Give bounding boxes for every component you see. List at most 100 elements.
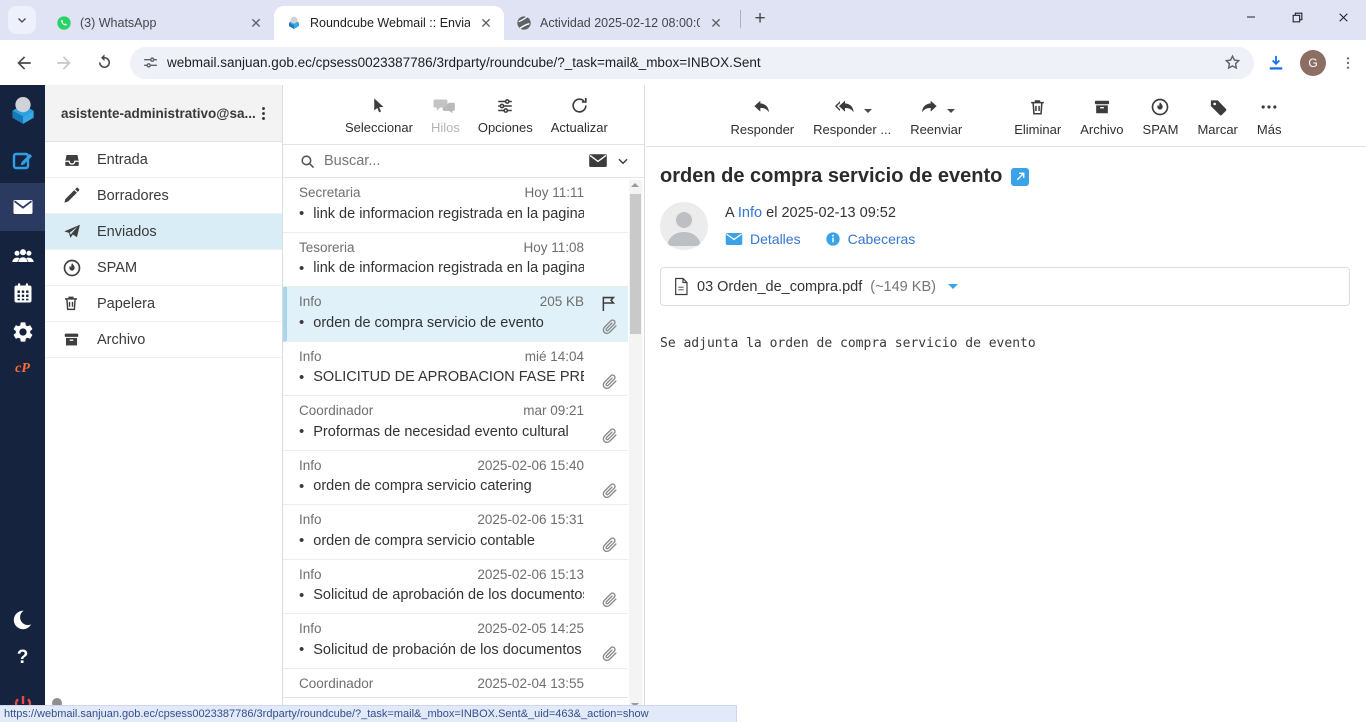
mark-button[interactable]: Marcar (1197, 97, 1237, 137)
refresh-button[interactable]: Actualizar (551, 95, 608, 135)
compose-icon[interactable] (0, 149, 45, 173)
new-tab-button[interactable]: + (747, 6, 773, 32)
attachment-row[interactable]: 03 Orden_de_compra.pdf (~149 KB) (660, 267, 1350, 306)
tab-title: Actividad 2025-02-12 08:00:00 (540, 16, 700, 30)
tab-close-icon[interactable]: ✕ (478, 15, 494, 31)
account-menu-icon[interactable] (255, 105, 272, 122)
message-row[interactable]: Info 2025-02-06 15:13 • Solicitud de apr… (283, 560, 628, 615)
message-row[interactable]: Info mié 14:04 • SOLICITUD DE APROBACION… (283, 342, 628, 397)
dark-mode-moon-icon[interactable] (0, 607, 45, 633)
folder-entrada[interactable]: Entrada (45, 142, 282, 178)
profile-avatar[interactable]: G (1300, 50, 1326, 76)
delete-button[interactable]: Eliminar (1014, 97, 1061, 137)
help-icon[interactable]: ? (0, 647, 45, 669)
folder-archivo[interactable]: Archivo (45, 322, 282, 358)
message-date: 2025-02-04 13:55 (477, 676, 584, 691)
details-label: Detalles (750, 231, 801, 247)
sent-plane-icon (62, 222, 82, 242)
more-button[interactable]: Más (1257, 97, 1282, 137)
tab-actividad[interactable]: Actividad 2025-02-12 08:00:00 ✕ (504, 6, 734, 40)
options-button[interactable]: Opciones (478, 95, 533, 135)
open-in-new-window-icon[interactable] (1011, 168, 1029, 186)
message-row[interactable]: Coordinador mar 09:21 • Proformas de nec… (283, 396, 628, 451)
search-options-chevron-icon[interactable] (616, 154, 630, 168)
recipient-link[interactable]: Info (738, 205, 762, 221)
tab-search-button[interactable] (8, 6, 36, 34)
refresh-icon (570, 95, 589, 115)
reply-all-button[interactable]: Responder ... (813, 97, 891, 137)
select-button[interactable]: Seleccionar (345, 95, 413, 135)
unread-dot: • (299, 260, 304, 277)
folder-spam[interactable]: SPAM (45, 250, 282, 286)
bookmark-star-icon[interactable] (1223, 53, 1242, 72)
message-list-pane: Seleccionar Hilos Opciones Actualizar S (283, 85, 645, 722)
tab-whatsapp[interactable]: (3) WhatsApp ✕ (44, 6, 274, 40)
reload-button[interactable] (88, 47, 120, 79)
unread-dot: • (299, 587, 304, 604)
site-settings-icon[interactable] (142, 54, 159, 71)
folder-borradores[interactable]: Borradores (45, 178, 282, 214)
account-header[interactable]: asistente-administrativo@sa... (45, 85, 282, 142)
window-minimize-button[interactable] (1228, 0, 1274, 34)
attachment-size: (~149 KB) (870, 279, 936, 295)
reply-button[interactable]: Responder (731, 97, 795, 137)
url-text[interactable]: webmail.sanjuan.gob.ec/cpsess0023387786/… (167, 55, 1223, 70)
message-subject: SOLICITUD DE APROBACION FASE PREPAR... (313, 369, 584, 385)
forward-button[interactable]: Reenviar (910, 97, 962, 137)
spam-button[interactable]: SPAM (1143, 97, 1179, 137)
calendar-icon[interactable] (0, 281, 45, 305)
address-bar[interactable]: webmail.sanjuan.gob.ec/cpsess0023387786/… (130, 47, 1254, 79)
threads-button[interactable]: Hilos (431, 95, 460, 135)
message-sender: Tesoreria (299, 240, 523, 255)
message-subject: orden de compra servicio contable (313, 533, 535, 549)
forward-caret-icon[interactable] (947, 109, 955, 117)
scrollbar-thumb[interactable] (630, 194, 641, 334)
message-row[interactable]: Info 2025-02-06 15:40 • orden de compra … (283, 451, 628, 506)
pencil-icon (62, 186, 82, 206)
tab-close-icon[interactable]: ✕ (708, 15, 724, 31)
unread-dot: • (299, 532, 304, 549)
back-button[interactable] (8, 47, 40, 79)
reply-all-caret-icon[interactable] (864, 109, 872, 117)
attachment-name[interactable]: 03 Orden_de_compra.pdf (697, 279, 862, 295)
archive-button[interactable]: Archivo (1080, 97, 1123, 137)
message-list: Secretaria Hoy 11:11 • link de informaci… (283, 178, 628, 722)
tab-close-icon[interactable]: ✕ (248, 15, 264, 31)
folder-enviados[interactable]: Enviados (45, 214, 282, 250)
mail-icon[interactable] (0, 195, 45, 219)
settings-gear-icon[interactable] (0, 320, 45, 344)
message-row[interactable]: Info 205 KB • orden de compra servicio d… (283, 287, 628, 342)
contacts-icon[interactable] (0, 243, 45, 269)
spam-label: SPAM (1143, 122, 1179, 137)
forward-button[interactable] (48, 47, 80, 79)
cpanel-icon[interactable]: cP (0, 361, 45, 377)
scrollbar-up-icon[interactable] (631, 183, 639, 187)
paperclip-icon (601, 536, 618, 553)
unread-dot: • (299, 369, 304, 386)
paperclip-icon (601, 373, 618, 390)
download-icon[interactable] (1266, 53, 1286, 73)
folder-label: SPAM (97, 260, 137, 276)
window-restore-button[interactable] (1274, 0, 1320, 34)
search-icon (299, 153, 316, 170)
message-row[interactable]: Info 2025-02-06 15:31 • orden de compra … (283, 505, 628, 560)
list-scrollbar[interactable] (629, 180, 642, 710)
select-label: Seleccionar (345, 120, 413, 135)
search-scope-mail-icon[interactable] (588, 153, 608, 169)
message-row[interactable]: Info 2025-02-05 14:25 • Solicitud de pro… (283, 614, 628, 669)
message-row[interactable]: Tesoreria Hoy 11:08 • link de informacio… (283, 233, 628, 288)
headers-toggle[interactable]: Cabeceras (825, 231, 916, 247)
date-text: el 2025-02-13 09:52 (766, 205, 896, 221)
message-row[interactable]: Secretaria Hoy 11:11 • link de informaci… (283, 178, 628, 233)
forward-label: Reenviar (910, 122, 962, 137)
search-input[interactable] (324, 153, 580, 169)
attachment-menu-caret-icon[interactable] (948, 284, 958, 294)
window-close-button[interactable] (1320, 0, 1366, 34)
browser-menu-icon[interactable] (1340, 55, 1356, 71)
unread-dot: • (299, 478, 304, 495)
folder-papelera[interactable]: Papelera (45, 286, 282, 322)
message-date: mié 14:04 (525, 349, 584, 364)
details-toggle[interactable]: Detalles (725, 231, 801, 247)
tab-roundcube[interactable]: Roundcube Webmail :: Enviados ✕ (274, 6, 504, 40)
flag-icon[interactable] (599, 294, 618, 313)
